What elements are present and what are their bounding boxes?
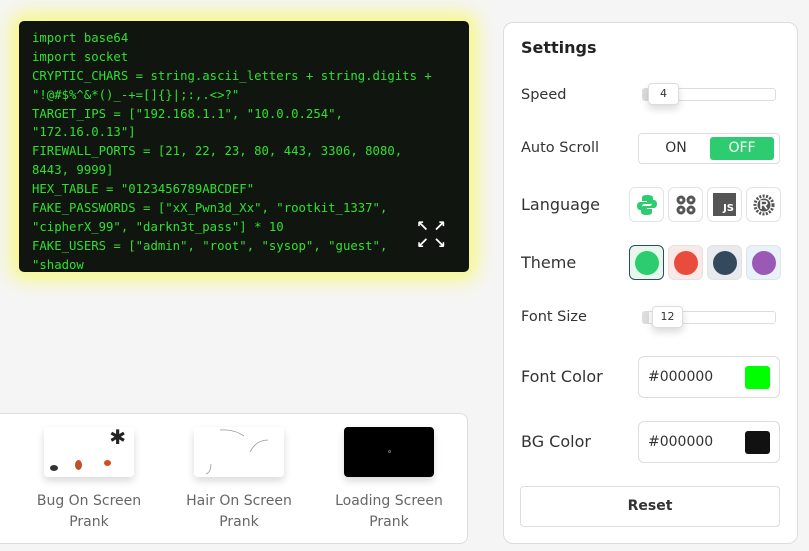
hair-thumbnail bbox=[194, 427, 284, 477]
font-color-picker[interactable]: #000000 bbox=[638, 356, 780, 398]
bg-color-value: #000000 bbox=[648, 434, 714, 450]
arrow-icon: ↙ bbox=[416, 234, 429, 252]
code-line: FAKE_USERS = ["admin", "root", "sysop", … bbox=[32, 238, 388, 253]
language-rust[interactable] bbox=[746, 187, 781, 222]
auto-scroll-label: Auto Scroll bbox=[521, 140, 600, 156]
code-line: import base64 bbox=[32, 30, 129, 45]
arrow-icon: ↘ bbox=[433, 234, 446, 252]
theme-label: Theme bbox=[521, 253, 577, 272]
prank-list: ✱ Bug On Screen Prank Hair On Screen Prank… bbox=[0, 413, 468, 544]
prank-subtitle: Prank bbox=[219, 514, 259, 530]
toggle-on[interactable]: ON bbox=[644, 137, 708, 160]
theme-option[interactable] bbox=[629, 245, 664, 280]
prank-loading[interactable]: Loading Screen Prank bbox=[324, 427, 454, 533]
theme-color-dot bbox=[634, 250, 659, 275]
font-size-label: Font Size bbox=[521, 309, 587, 325]
bug-thumbnail: ✱ bbox=[44, 425, 134, 477]
settings-panel: Settings Speed 4 Auto Scroll ON OFF Langu… bbox=[503, 22, 798, 544]
code-line: "!@#$%^&*()_-+=[]{}|;:,.<>?" bbox=[32, 87, 240, 102]
code-line: HEX_TABLE = "0123456789ABCDEF" bbox=[32, 182, 255, 197]
prank-title: Hair On Screen bbox=[186, 493, 292, 509]
code-line: 8443, 9999] bbox=[32, 163, 114, 178]
reset-button[interactable]: Reset bbox=[520, 486, 780, 527]
prank-title: Bug On Screen bbox=[36, 493, 142, 509]
code-line: "cipherX_99", "darkn3t_pass"] * 10 bbox=[32, 219, 284, 234]
language-javascript[interactable]: JS bbox=[707, 187, 742, 222]
bg-color-label: BG Color bbox=[521, 432, 591, 451]
code-line: "172.16.0.13"] bbox=[32, 125, 136, 140]
bg-color-picker[interactable]: #000000 bbox=[638, 421, 780, 463]
prank-hair[interactable]: Hair On Screen Prank bbox=[174, 427, 304, 533]
prank-bug[interactable]: ✱ Bug On Screen Prank bbox=[24, 425, 154, 533]
auto-scroll-toggle[interactable]: ON OFF bbox=[638, 133, 780, 164]
arrow-icon: ↗ bbox=[433, 217, 446, 235]
code-text: import base64 import socket CRYPTIC_CHARS … bbox=[32, 21, 457, 272]
code-line: FAKE_PASSWORDS = ["xX_Pwn3d_Xx", "rootki… bbox=[32, 201, 388, 216]
theme-color-dot bbox=[712, 250, 737, 275]
theme-option[interactable] bbox=[707, 245, 742, 280]
prank-subtitle: Prank bbox=[69, 514, 109, 530]
theme-option[interactable] bbox=[668, 245, 703, 280]
font-size-slider[interactable]: 12 bbox=[642, 306, 776, 328]
toggle-off[interactable]: OFF bbox=[710, 137, 774, 160]
code-display: import base64 import socket CRYPTIC_CHARS … bbox=[19, 21, 469, 272]
language-c[interactable] bbox=[668, 187, 703, 222]
font-color-label: Font Color bbox=[521, 367, 603, 386]
settings-title: Settings bbox=[521, 38, 597, 57]
js-icon: JS bbox=[713, 193, 736, 216]
code-line: TARGET_IPS = ["192.168.1.1", "10.0.0.254… bbox=[32, 106, 343, 121]
code-line: "shadow bbox=[32, 257, 84, 272]
font-color-swatch[interactable] bbox=[745, 366, 770, 389]
speed-slider[interactable]: 4 bbox=[642, 83, 776, 105]
theme-color-dot bbox=[673, 250, 698, 275]
prank-subtitle: Prank bbox=[369, 514, 409, 530]
speed-thumb[interactable]: 4 bbox=[648, 83, 679, 105]
code-line: FIREWALL_PORTS = [21, 22, 23, 80, 443, 3… bbox=[32, 144, 403, 159]
theme-option[interactable] bbox=[746, 245, 781, 280]
language-label: Language bbox=[521, 195, 600, 214]
loading-thumbnail bbox=[344, 427, 434, 477]
bg-color-swatch[interactable] bbox=[745, 431, 770, 454]
python-icon bbox=[636, 194, 657, 215]
speed-label: Speed bbox=[521, 87, 567, 103]
font-size-thumb[interactable]: 12 bbox=[652, 306, 683, 328]
arrow-icon: ↖ bbox=[416, 217, 429, 235]
theme-color-dot bbox=[751, 250, 776, 275]
font-color-value: #000000 bbox=[648, 369, 714, 385]
code-line: CRYPTIC_CHARS = string.ascii_letters + s… bbox=[32, 68, 432, 83]
language-python[interactable] bbox=[629, 187, 664, 222]
rust-icon bbox=[753, 194, 774, 215]
code-line: import socket bbox=[32, 49, 129, 64]
fullscreen-button[interactable]: ↖ ↗ ↙ ↘ bbox=[414, 218, 448, 252]
prank-title: Loading Screen bbox=[335, 493, 443, 509]
command-icon bbox=[676, 195, 695, 214]
